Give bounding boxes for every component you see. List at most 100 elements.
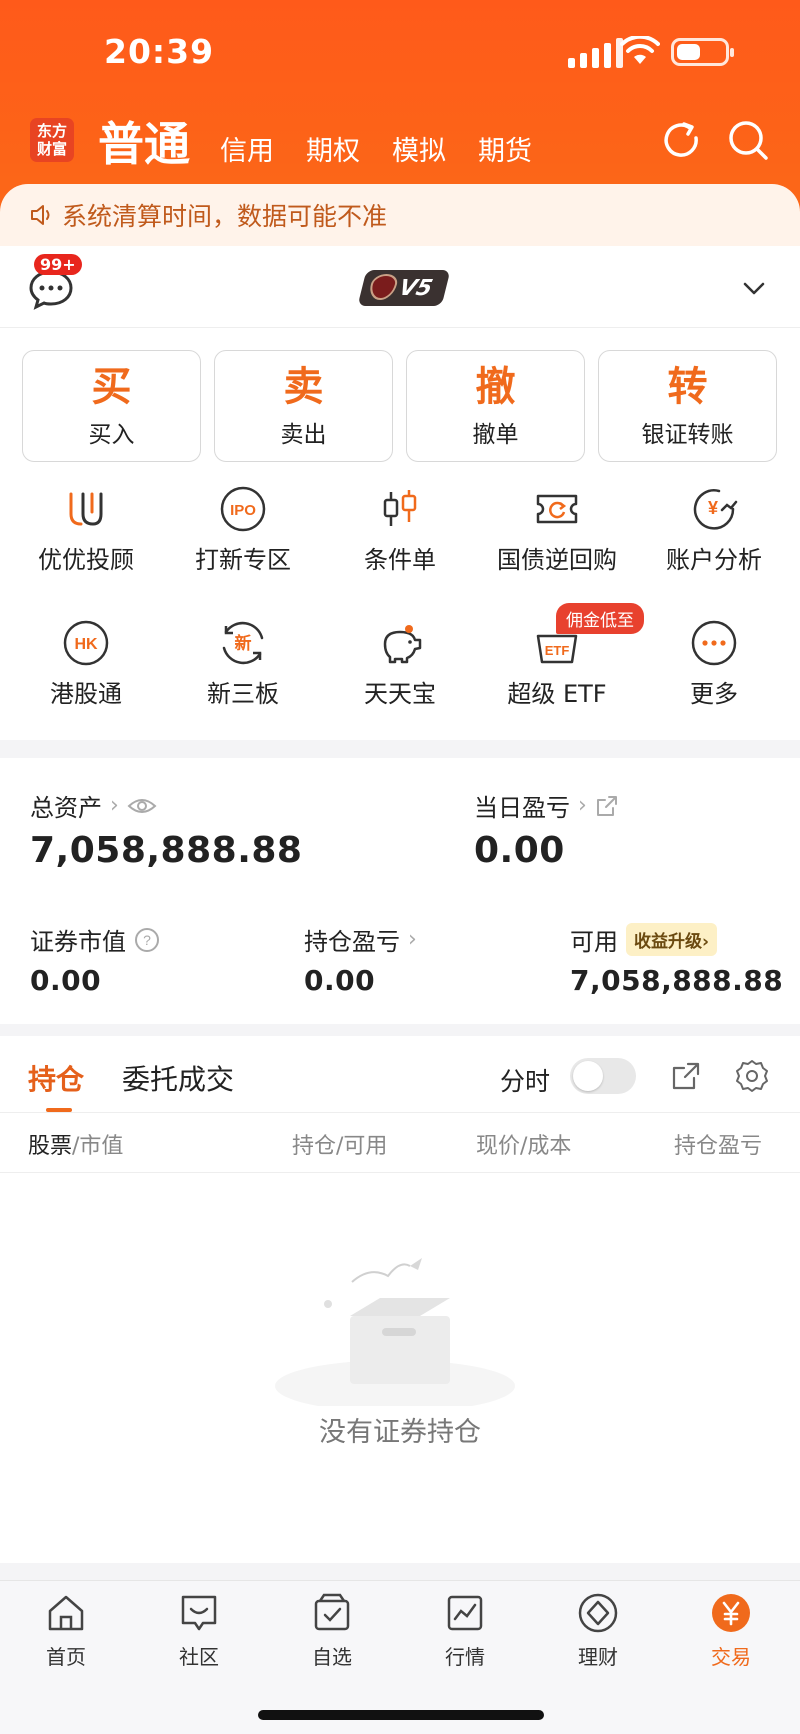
tab-holdings[interactable]: 持仓 — [28, 1058, 84, 1098]
shortcut-conditional-order[interactable]: 条件单 — [320, 484, 480, 575]
shortcut-label: 天天宝 — [364, 680, 436, 708]
ticket-refresh-icon — [536, 494, 578, 524]
help-icon[interactable]: ? — [134, 927, 160, 953]
yuan-chart-icon: ¥ — [693, 489, 738, 530]
tab-home-label: 首页 — [46, 1645, 86, 1669]
settings-icon[interactable] — [734, 1058, 770, 1094]
commission-tag: 佣金低至 — [556, 603, 644, 634]
piggy-bank-icon — [383, 625, 422, 664]
empty-state-text: 没有证券持仓 — [319, 1417, 481, 1448]
tab-futures[interactable]: 期货 — [478, 129, 532, 174]
ipo-icon: IPO — [220, 486, 266, 532]
status-bar: 20:39 — [0, 0, 800, 110]
tab-home[interactable]: 首页 — [16, 1591, 116, 1670]
message-badge: 99+ — [34, 254, 82, 275]
cancel-char: 撤 — [475, 364, 516, 410]
candlestick-icon — [383, 490, 417, 526]
shortcut-more[interactable]: 更多 — [634, 618, 794, 709]
daily-pl-label[interactable]: 当日盈亏 › — [474, 788, 619, 823]
chevron-down-icon[interactable] — [742, 276, 766, 300]
shortcut-label: 国债逆回购 — [497, 546, 617, 574]
chevron-right-icon: › — [408, 927, 417, 952]
shortcut-label: 打新专区 — [195, 546, 291, 574]
column-stock-sub: /市值 — [72, 1134, 124, 1159]
watchlist-icon — [314, 1593, 350, 1631]
share-icon[interactable] — [595, 794, 619, 818]
column-price[interactable]: 现价/成本 — [476, 1128, 571, 1160]
shortcut-new-third-board[interactable]: 新 新三板 — [163, 618, 323, 709]
yield-upgrade-tag[interactable]: 收益升级› — [626, 923, 718, 956]
tab-community[interactable]: 社区 — [149, 1591, 249, 1670]
community-icon — [181, 1595, 217, 1631]
ipo-icon-text: IPO — [230, 502, 256, 519]
positions-panel: 持仓 委托成交 分时 股票/市值 持仓/可用 现价/成本 持仓盈亏 没有证券持仓 — [0, 1036, 800, 1563]
wifi-icon — [620, 36, 660, 64]
tab-wealth-label: 理财 — [578, 1645, 618, 1669]
uu-advisor-icon — [69, 492, 103, 526]
shortcut-tiantianbao[interactable]: 天天宝 — [320, 618, 480, 709]
tab-simulate[interactable]: 模拟 — [392, 129, 446, 174]
column-stock-main: 股票 — [28, 1134, 73, 1159]
column-holding[interactable]: 持仓/可用 — [292, 1128, 387, 1160]
primary-actions: 买 买入 卖 卖出 撤 撤单 转 银证转账 — [22, 350, 777, 462]
divider — [0, 1112, 800, 1113]
status-time: 20:39 — [104, 32, 215, 71]
column-price-main: 现价 — [476, 1134, 521, 1159]
cancel-order-button[interactable]: 撤 撤单 — [406, 350, 585, 462]
transfer-label: 银证转账 — [641, 422, 734, 448]
buy-button[interactable]: 买 买入 — [22, 350, 201, 462]
shortcut-uu-advisor[interactable]: 优优投顾 — [6, 484, 166, 575]
bank-transfer-button[interactable]: 转 银证转账 — [598, 350, 777, 462]
notice-bar[interactable]: 系统清算时间，数据可能不准 — [0, 184, 800, 246]
tab-credit[interactable]: 信用 — [220, 129, 274, 174]
sell-label: 卖出 — [280, 422, 327, 448]
tab-community-label: 社区 — [179, 1645, 219, 1669]
column-price-sub: /成本 — [520, 1134, 572, 1159]
notice-text: 系统清算时间，数据可能不准 — [62, 202, 388, 231]
tab-wealth[interactable]: 理财 — [548, 1591, 648, 1670]
column-pl-main: 持仓盈亏 — [674, 1134, 763, 1159]
shortcut-label: 超级 ETF — [507, 680, 607, 708]
chevron-right-icon: › — [110, 793, 119, 818]
total-assets-label[interactable]: 总资产 › — [30, 788, 157, 823]
hk-icon: HK — [63, 620, 109, 666]
market-value-label-text: 证券市值 — [30, 928, 126, 956]
shortcut-hk-connect[interactable]: HK 港股通 — [6, 618, 166, 709]
xin-icon-text: 新 — [235, 633, 252, 654]
column-holding-main: 持仓 — [292, 1134, 337, 1159]
total-assets-label-text: 总资产 — [30, 794, 102, 822]
sell-button[interactable]: 卖 卖出 — [214, 350, 393, 462]
column-position-pl[interactable]: 持仓盈亏 — [674, 1128, 770, 1160]
tab-trade[interactable]: 交易 — [681, 1591, 781, 1670]
tab-watchlist-label: 自选 — [312, 1645, 352, 1669]
tab-normal[interactable]: 普通 — [98, 108, 190, 174]
shortcut-label: 优优投顾 — [38, 546, 134, 574]
xin-icon: 新 — [222, 621, 264, 665]
open-external-icon[interactable] — [670, 1060, 702, 1092]
shortcut-account-analysis[interactable]: ¥ 账户分析 — [634, 484, 794, 575]
market-value-label: 证券市值 ? — [30, 922, 160, 957]
yuan-icon-text: ¥ — [708, 498, 718, 518]
cellular-signal-icon — [568, 38, 623, 68]
yield-upgrade-text: 收益升级 — [634, 932, 702, 952]
refresh-icon[interactable] — [660, 118, 704, 162]
app-logo: 东方 财富 — [30, 118, 74, 162]
eye-icon[interactable] — [127, 796, 157, 816]
timeshare-toggle[interactable] — [570, 1058, 636, 1094]
position-pl-label[interactable]: 持仓盈亏 › — [304, 922, 417, 957]
tab-orders[interactable]: 委托成交 — [122, 1058, 234, 1098]
column-stock[interactable]: 股票/市值 — [28, 1128, 123, 1160]
shortcut-reverse-repo[interactable]: 国债逆回购 — [477, 484, 637, 575]
daily-pl-label-text: 当日盈亏 — [474, 794, 570, 822]
vip-level-badge[interactable]: V5 — [357, 270, 451, 306]
search-icon[interactable] — [726, 118, 770, 162]
buy-label: 买入 — [88, 422, 135, 448]
etf-icon-text: ETF — [545, 643, 570, 658]
logo-text-1: 东方 — [36, 122, 67, 140]
divider — [0, 1172, 800, 1173]
tab-watchlist[interactable]: 自选 — [282, 1591, 382, 1670]
shortcut-ipo[interactable]: IPO 打新专区 — [163, 484, 323, 575]
tab-market[interactable]: 行情 — [415, 1591, 515, 1670]
shortcut-label: 账户分析 — [666, 546, 762, 574]
tab-options[interactable]: 期权 — [306, 129, 360, 174]
